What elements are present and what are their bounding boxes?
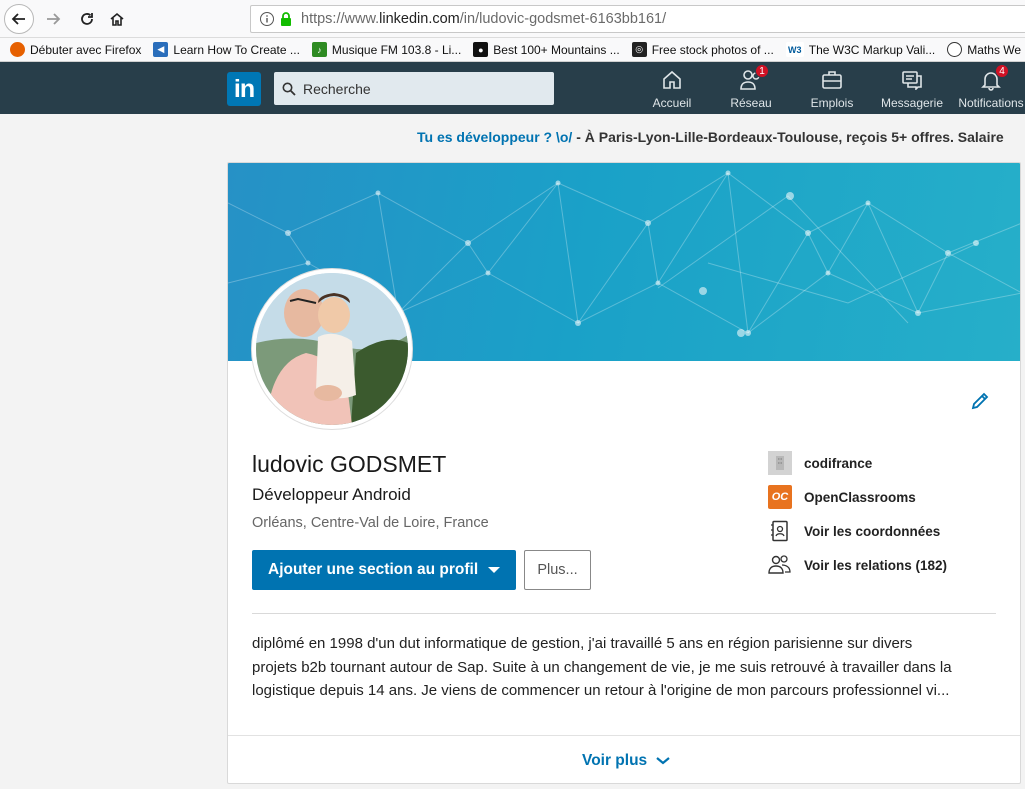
nav-reseau[interactable]: 1 Réseau xyxy=(729,62,773,114)
briefcase-icon xyxy=(819,67,845,93)
nav-notifications[interactable]: 4 Notifications xyxy=(957,62,1025,114)
profile-summary: diplômé en 1998 d'un dut informatique de… xyxy=(252,632,1002,703)
home-icon xyxy=(110,12,124,26)
see-more-label: Voir plus xyxy=(582,752,648,769)
bookmark-label: Free stock photos of ... xyxy=(651,42,774,57)
contact-icon xyxy=(768,519,792,543)
summary-line: diplômé en 1998 d'un dut informatique de… xyxy=(252,635,913,652)
pencil-icon xyxy=(971,392,989,410)
profile-photo[interactable] xyxy=(252,269,412,429)
profile-location: Orléans, Centre-Val de Loire, France xyxy=(252,515,489,531)
address-bar[interactable]: https://www. linkedin.com/in/ludovic-gods… xyxy=(250,5,1025,33)
side-item-label: OpenClassrooms xyxy=(804,489,916,505)
bookmark-maths[interactable]: Maths We xyxy=(947,42,1021,57)
bookmark-mountains[interactable]: ● Best 100+ Mountains ... xyxy=(473,42,620,57)
contact-info-link[interactable]: Voir les coordonnées xyxy=(768,519,940,543)
reload-button[interactable] xyxy=(72,4,102,34)
bookmark-label: Maths We xyxy=(967,42,1022,57)
side-item-label: Voir les coordonnées xyxy=(804,523,941,539)
nav-label: Réseau xyxy=(730,96,772,110)
network-icon: 1 xyxy=(738,64,769,93)
notification-badge: 4 xyxy=(995,64,1009,78)
url-host: linkedin.com xyxy=(379,11,460,27)
firefox-icon xyxy=(10,42,25,57)
messaging-icon xyxy=(899,67,925,93)
search-icon xyxy=(282,82,296,96)
current-company-codifrance[interactable]: codifrance xyxy=(768,451,872,475)
nav-accueil[interactable]: Accueil xyxy=(652,62,692,114)
side-item-label: Voir les relations (182) xyxy=(804,557,948,573)
search-placeholder: Recherche xyxy=(303,80,371,97)
profile-card: ludovic GODSMET Développeur Android Orlé… xyxy=(227,162,1021,784)
camera-icon: ◎ xyxy=(631,42,647,57)
nav-label: Messagerie xyxy=(880,96,944,110)
arrow-left-icon xyxy=(11,13,25,25)
reload-icon xyxy=(81,13,93,25)
divider xyxy=(252,613,996,614)
edit-profile-button[interactable] xyxy=(968,389,992,413)
bookmark-learn[interactable]: ◀ Learn How To Create ... xyxy=(153,42,300,57)
notification-badge: 1 xyxy=(755,64,769,78)
linkedin-header: in Recherche Accueil 1 Réseau Emplois Me… xyxy=(0,62,1025,114)
linkedin-logo[interactable]: in xyxy=(227,72,261,106)
url-path: /in/ludovic-godsmet-6163bb161/ xyxy=(459,11,667,27)
summary-line: projets b2b tournant autour de Sap. Suit… xyxy=(252,658,952,676)
nav-emplois[interactable]: Emplois xyxy=(810,62,854,114)
add-profile-section-label: Ajouter une section au profil xyxy=(268,561,479,578)
lock-icon xyxy=(281,12,291,26)
connections-icon xyxy=(768,553,792,577)
side-item-label: codifrance xyxy=(804,455,873,471)
info-icon[interactable] xyxy=(259,11,275,27)
nav-messagerie[interactable]: Messagerie xyxy=(881,62,943,114)
back-button[interactable] xyxy=(4,4,34,34)
bookmark-label: Learn How To Create ... xyxy=(173,42,300,57)
bookmark-w3c[interactable]: W3 The W3C Markup Vali... xyxy=(785,42,936,57)
summary-line: logistique depuis 14 ans. Je viens de co… xyxy=(252,682,950,699)
bookmark-stock-photos[interactable]: ◎ Free stock photos of ... xyxy=(631,42,774,57)
arrow-right-icon xyxy=(47,13,61,25)
chevron-down-icon xyxy=(656,757,670,765)
education-openclassrooms[interactable]: OC OpenClassrooms xyxy=(768,485,916,509)
caret-down-icon xyxy=(488,567,500,573)
nav-label: Notifications xyxy=(958,96,1024,110)
profile-name: ludovic GODSMET xyxy=(252,451,447,477)
bookmark-label: Best 100+ Mountains ... xyxy=(493,42,620,57)
w3c-icon: W3 xyxy=(785,42,804,57)
more-button[interactable]: Plus... xyxy=(524,550,591,590)
bell-icon: 4 xyxy=(978,64,1009,93)
browser-toolbar: https://www. linkedin.com/in/ludovic-gods… xyxy=(0,0,1025,38)
globe-icon xyxy=(947,42,963,57)
company-icon xyxy=(768,451,792,475)
promo-banner[interactable]: Tu es développeur ? \o/ - À Paris-Lyon-L… xyxy=(417,129,1004,145)
profile-headline: Développeur Android xyxy=(252,485,411,504)
openclassrooms-icon: OC xyxy=(768,485,792,509)
forward-button[interactable] xyxy=(38,4,68,34)
home-icon xyxy=(659,67,685,93)
nav-label: Emplois xyxy=(810,96,854,110)
connections-link[interactable]: Voir les relations (182) xyxy=(768,553,947,577)
bookmark-label: Débuter avec Firefox xyxy=(30,42,142,57)
add-profile-section-button[interactable]: Ajouter une section au profil xyxy=(252,550,516,590)
home-button[interactable] xyxy=(102,4,132,34)
search-input[interactable]: Recherche xyxy=(274,72,554,105)
film-icon: ◀ xyxy=(153,42,169,57)
bookmarks-toolbar: Débuter avec Firefox ◀ Learn How To Crea… xyxy=(0,38,1025,62)
nav-label: Accueil xyxy=(652,96,692,110)
music-icon: ♪ xyxy=(311,42,327,57)
promo-link[interactable]: Tu es développeur ? \o/ xyxy=(417,129,572,145)
url-prefix: https://www. xyxy=(301,11,380,27)
bookmark-label: Musique FM 103.8 - Li... xyxy=(331,42,462,57)
bookmark-musique[interactable]: ♪ Musique FM 103.8 - Li... xyxy=(311,42,462,57)
camera-icon: ● xyxy=(473,42,489,57)
divider xyxy=(228,735,1020,736)
bookmark-firefox[interactable]: Débuter avec Firefox xyxy=(10,42,141,57)
bookmark-label: The W3C Markup Vali... xyxy=(808,42,936,57)
promo-text: - À Paris-Lyon-Lille-Bordeaux-Toulouse, … xyxy=(572,129,1004,145)
see-more-button[interactable]: Voir plus xyxy=(582,752,671,770)
